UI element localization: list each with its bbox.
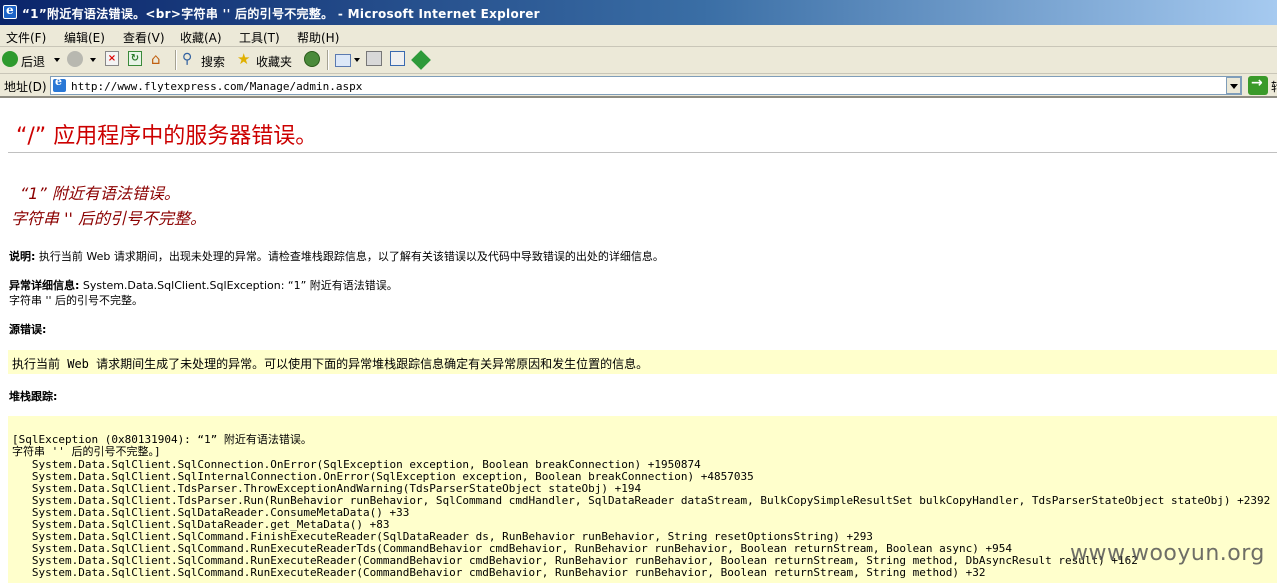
search-icon: ⚲: [182, 51, 193, 67]
back-arrow-icon: [2, 51, 18, 67]
mail-icon[interactable]: [335, 54, 351, 67]
window-title: “1”附近有语法错误。<br>字符串 '' 后的引号不完整。 - Microso…: [22, 7, 540, 21]
home-icon[interactable]: ⌂: [151, 51, 167, 67]
edit-icon[interactable]: [390, 51, 405, 66]
address-url[interactable]: http://www.flytexpress.com/Manage/admin.…: [71, 80, 362, 93]
messenger-icon[interactable]: [411, 50, 431, 70]
stack-trace-line: System.Data.SqlClient.SqlCommand.RunExec…: [12, 566, 986, 579]
address-label: 地址(D): [4, 80, 47, 94]
menu-edit[interactable]: 编辑(E): [64, 29, 105, 46]
menu-help[interactable]: 帮助(H): [297, 29, 339, 46]
favorites-label: 收藏夹: [256, 55, 293, 69]
menu-view[interactable]: 查看(V): [123, 29, 165, 46]
back-dropdown-icon[interactable]: [54, 58, 60, 62]
mail-dropdown-icon[interactable]: [354, 58, 360, 62]
page-heading: “/” 应用程序中的服务器错误。: [16, 124, 318, 149]
refresh-icon[interactable]: ↻: [128, 51, 142, 66]
divider: [8, 152, 1277, 153]
stack-trace-section: 堆栈跟踪:: [9, 388, 57, 404]
search-label: 搜索: [201, 55, 226, 69]
star-icon: ★: [237, 50, 251, 68]
address-input[interactable]: http://www.flytexpress.com/Manage/admin.…: [50, 75, 1242, 95]
watermark: www.wooyun.org: [1070, 541, 1265, 566]
description-section: 说明: 执行当前 Web 请求期间，出现未处理的异常。请检查堆栈跟踪信息，以了解…: [9, 248, 664, 264]
ie-app-icon[interactable]: [3, 3, 17, 19]
menu-file[interactable]: 文件(F): [6, 29, 46, 46]
back-label: 后退: [21, 55, 46, 69]
address-dropdown-button[interactable]: [1226, 77, 1241, 94]
forward-dropdown-icon[interactable]: [90, 58, 96, 62]
exception-section: 异常详细信息: System.Data.SqlClient.SqlExcepti…: [9, 277, 398, 293]
exception-text: System.Data.SqlClient.SqlException: “1” …: [82, 279, 398, 292]
description-label: 说明:: [9, 250, 36, 263]
toolbar: 后退 × ↻ ⌂ ⚲ 搜索 ★ 收藏夹: [0, 47, 1277, 74]
go-arrow-icon[interactable]: [1248, 75, 1268, 95]
source-error-label: 源错误:: [9, 323, 47, 336]
menu-favorites[interactable]: 收藏(A): [180, 29, 222, 46]
stop-icon[interactable]: ×: [105, 51, 119, 66]
stack-trace-label: 堆栈跟踪:: [9, 390, 58, 403]
go-label[interactable]: 转: [1271, 78, 1277, 95]
source-error-box: 执行当前 Web 请求期间生成了未处理的异常。可以使用下面的异常堆栈跟踪信息确定…: [8, 350, 1277, 374]
print-icon[interactable]: [366, 51, 382, 66]
toolbar-separator: [327, 50, 329, 70]
address-bar: 地址(D) http://www.flytexpress.com/Manage/…: [0, 74, 1277, 98]
error-message-line1: “1” 附近有语法错误。: [20, 184, 180, 203]
source-error-text: 执行当前 Web 请求期间生成了未处理的异常。可以使用下面的异常堆栈跟踪信息确定…: [12, 357, 649, 371]
exception-text-line2: 字符串 '' 后的引号不完整。: [9, 294, 144, 307]
exception-label: 异常详细信息:: [9, 279, 80, 292]
error-message-line2: 字符串 '' 后的引号不完整。: [11, 209, 206, 228]
description-text: 执行当前 Web 请求期间，出现未处理的异常。请检查堆栈跟踪信息，以了解有关该错…: [38, 250, 664, 263]
page-content[interactable]: “/” 应用程序中的服务器错误。 “1” 附近有语法错误。 字符串 '' 后的引…: [0, 98, 1277, 583]
stack-trace-line: 字符串 '' 后的引号不完整。]: [12, 445, 161, 458]
menu-tools[interactable]: 工具(T): [239, 29, 280, 46]
menu-bar: 文件(F) 编辑(E) 查看(V) 收藏(A) 工具(T) 帮助(H): [0, 25, 1277, 47]
page-icon: [53, 75, 66, 92]
toolbar-separator: [175, 50, 177, 70]
window-title-bar[interactable]: “1”附近有语法错误。<br>字符串 '' 后的引号不完整。 - Microso…: [0, 0, 1277, 25]
forward-arrow-icon[interactable]: [67, 51, 83, 67]
source-error-section: 源错误:: [9, 321, 46, 337]
media-icon[interactable]: [304, 51, 320, 67]
